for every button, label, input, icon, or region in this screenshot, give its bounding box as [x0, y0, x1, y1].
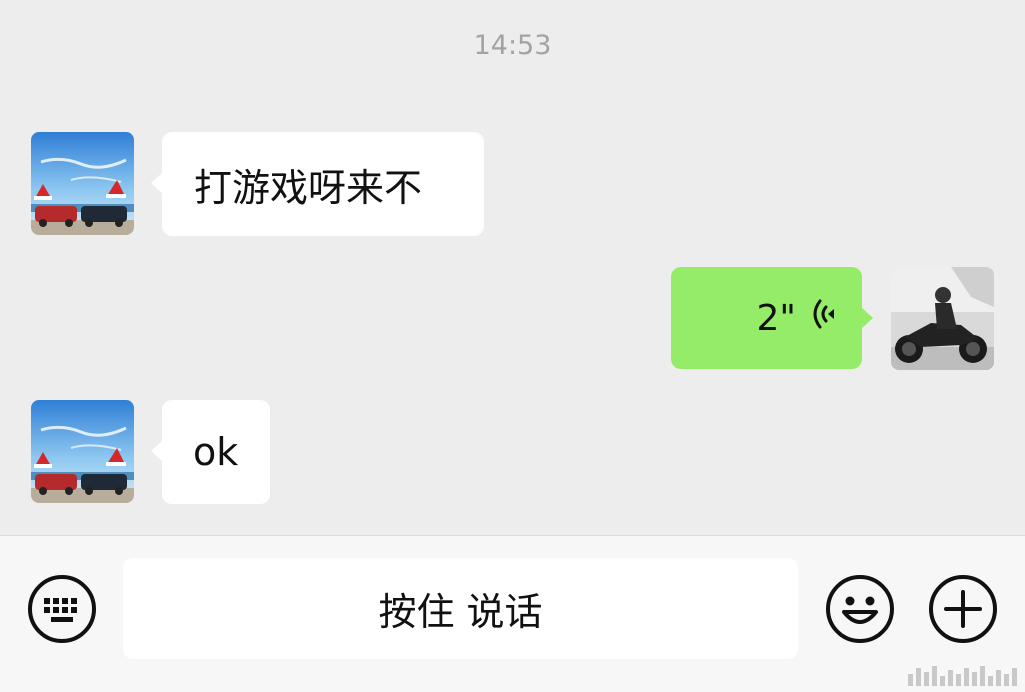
- message-text: ok: [193, 430, 239, 474]
- message-text: 打游戏呀来不: [194, 165, 423, 210]
- input-bar: 按住 说话: [0, 535, 1025, 692]
- message-timestamp: 14:53: [473, 30, 552, 61]
- message-bubble-incoming[interactable]: ok: [151, 400, 270, 504]
- voice-message-bubble[interactable]: 2": [671, 267, 873, 369]
- keyboard-icon: [27, 575, 97, 648]
- voice-duration: 2": [756, 297, 796, 339]
- hold-to-talk-label: 按住 说话: [378, 590, 543, 634]
- contact-avatar[interactable]: [31, 132, 134, 235]
- watermark-bars: [908, 666, 1017, 686]
- emoji-button[interactable]: [825, 574, 895, 648]
- message-bubble-incoming[interactable]: 打游戏呀来不: [151, 132, 484, 236]
- contact-avatar[interactable]: [31, 400, 134, 503]
- voice-wave-icon: [810, 296, 838, 341]
- plus-icon: [928, 575, 998, 648]
- hold-to-talk-button[interactable]: 按住 说话: [123, 558, 798, 659]
- keyboard-toggle-button[interactable]: [27, 574, 97, 648]
- emoji-icon: [825, 575, 895, 648]
- chat-screen: 14:53 打游戏呀来不 2" ok 按住 说话: [0, 0, 1025, 692]
- my-avatar[interactable]: [891, 267, 994, 370]
- voice-message-content: 2": [757, 267, 838, 369]
- more-functions-button[interactable]: [928, 574, 998, 648]
